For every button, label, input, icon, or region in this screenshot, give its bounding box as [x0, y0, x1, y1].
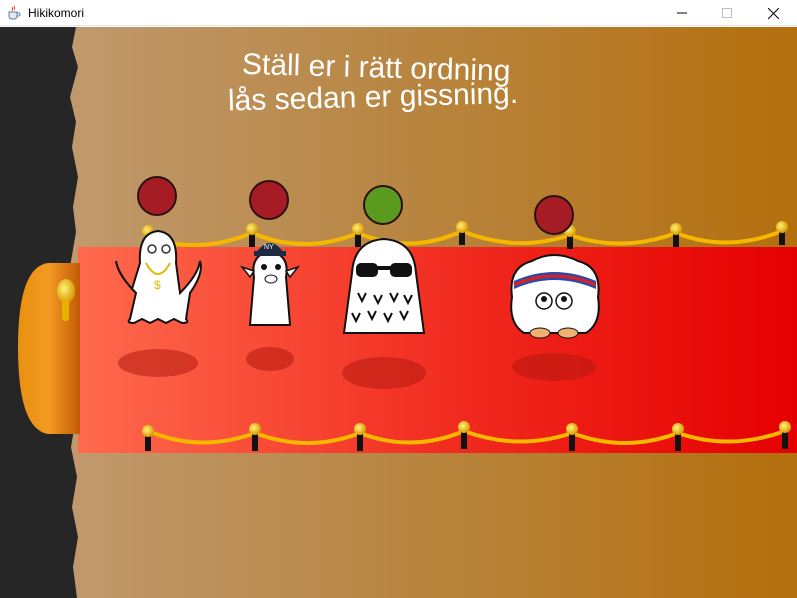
java-cup-icon [8, 5, 21, 20]
close-icon [767, 7, 779, 19]
svg-text:$: $ [154, 278, 161, 292]
character-ghost-gangster[interactable]: $ [108, 223, 208, 383]
status-indicator-4 [534, 195, 574, 235]
minimize-button[interactable] [659, 0, 705, 26]
character-fluffy-headband[interactable] [502, 247, 608, 387]
maximize-icon [722, 8, 732, 18]
close-button[interactable] [750, 0, 796, 26]
minimize-icon [677, 12, 687, 14]
status-indicator-1 [137, 176, 177, 216]
game-canvas[interactable]: Ställ er i rätt ordning lås sedan er gis… [0, 27, 797, 598]
status-indicator-2 [249, 180, 289, 220]
instruction-text: Ställ er i rätt ordning lås sedan er gis… [210, 45, 590, 121]
character-goat-with-cap[interactable]: NY [236, 227, 306, 377]
window-titlebar: Hikikomori [0, 0, 797, 26]
maximize-button[interactable] [704, 0, 750, 26]
character-furry-with-sunglasses[interactable] [334, 233, 434, 403]
window-title: Hikikomori [28, 6, 85, 20]
status-indicator-3 [363, 185, 403, 225]
svg-text:NY: NY [264, 244, 274, 251]
